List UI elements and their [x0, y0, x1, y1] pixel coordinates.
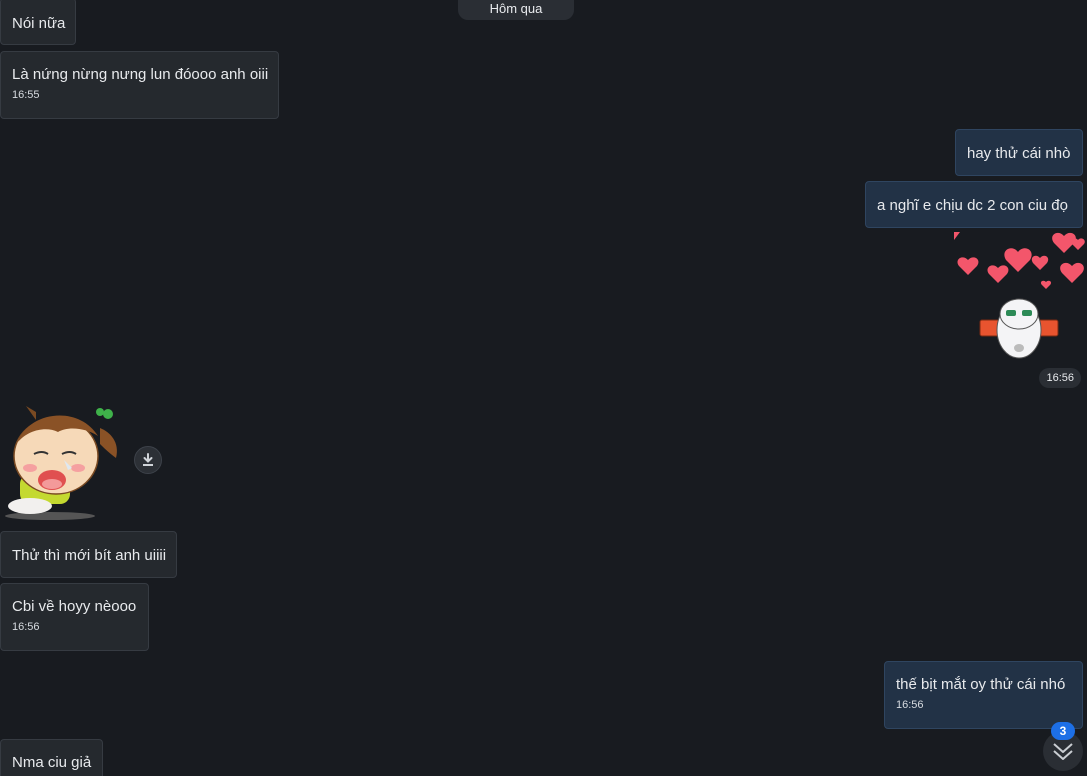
message-text: a nghĩ e chịu dc 2 con ciu đọ [877, 197, 1068, 214]
message-time: 16:56 [896, 699, 924, 711]
hearts-cat-sticker[interactable] [950, 230, 1087, 365]
hearts-cat-sticker-icon [954, 232, 1085, 359]
message-time: 16:55 [12, 89, 40, 101]
message-text: Cbi về hoyy nèooo [12, 598, 137, 615]
download-icon [143, 453, 153, 466]
message-bubble-incoming[interactable]: Thử thì mới bít anh uiiii [0, 531, 177, 578]
message-text: Thử thì mới bít anh uiiii [12, 547, 167, 564]
message-text: Nói nữa [12, 15, 66, 32]
chat-window: Hôm qua Nói nữa Là nứng nừng nưng lun đó… [0, 0, 1087, 776]
message-time: 16:56 [12, 621, 40, 633]
crying-girl-sticker[interactable] [0, 398, 128, 522]
message-bubble-outgoing[interactable]: hay thử cái nhò [955, 129, 1083, 176]
message-bubble-incoming[interactable]: Cbi về hoyy nèooo 16:56 [0, 583, 149, 651]
message-bubble-outgoing[interactable]: a nghĩ e chịu dc 2 con ciu đọ [865, 181, 1083, 228]
message-bubble-incoming[interactable]: Là nứng nừng nưng lun đóooo anh oiii 16:… [0, 51, 279, 119]
message-text: Nma ciu giả [12, 754, 92, 771]
message-text: Là nứng nừng nưng lun đóooo anh oiii [12, 66, 269, 83]
message-bubble-incoming[interactable]: Nma ciu giả [0, 739, 103, 776]
message-bubble-incoming[interactable]: Nói nữa [0, 0, 76, 45]
double-chevron-down-icon [1053, 743, 1073, 760]
unread-count-badge: 3 [1051, 722, 1075, 740]
date-divider: Hôm qua [458, 0, 574, 20]
download-button[interactable] [134, 446, 162, 474]
message-bubble-outgoing[interactable]: thế bịt mắt oy thử cái nhó 16:56 [884, 661, 1083, 729]
message-text: hay thử cái nhò [967, 145, 1071, 162]
sticker-time: 16:56 [1039, 368, 1081, 388]
crying-girl-sticker-icon [5, 406, 117, 520]
message-text: thế bịt mắt oy thử cái nhó [896, 676, 1066, 693]
